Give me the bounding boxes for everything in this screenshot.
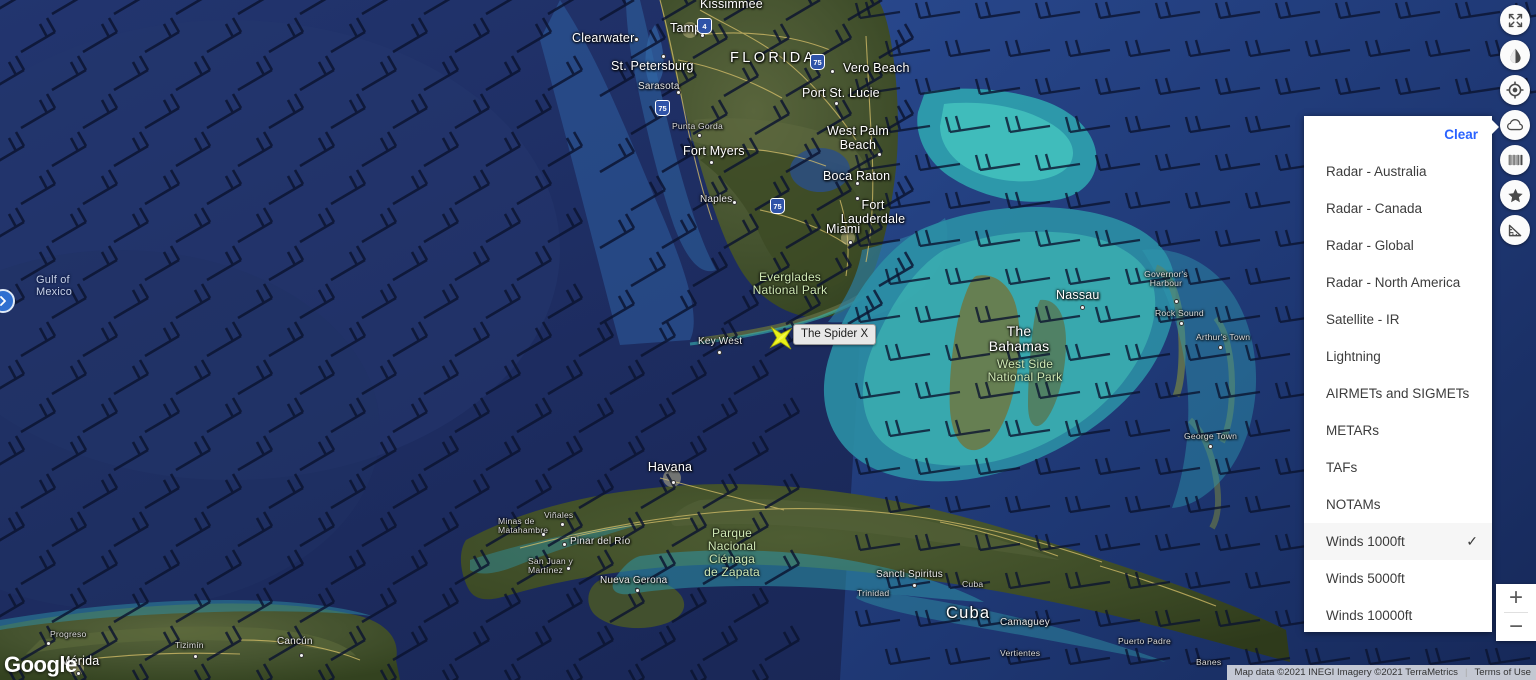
droplet-icon (1509, 48, 1521, 63)
star-icon (1507, 188, 1523, 202)
map-layers-button[interactable] (1500, 145, 1530, 175)
chevron-right-icon (0, 296, 6, 306)
layer-menu-header: Clear (1304, 116, 1492, 153)
layer-menu-item-label: NOTAMs (1326, 497, 1381, 512)
measure-button[interactable] (1500, 215, 1530, 245)
layer-menu-item-label: Radar - Australia (1326, 164, 1427, 179)
layer-menu-item[interactable]: AIRMETs and SIGMETs✓ (1304, 375, 1492, 412)
favorites-button[interactable] (1500, 180, 1530, 210)
layer-menu-item[interactable]: METARs✓ (1304, 412, 1492, 449)
layer-menu-item-label: AIRMETs and SIGMETs (1326, 386, 1470, 401)
layer-menu-item[interactable]: Winds 1000ft ✓ (1304, 523, 1492, 560)
layer-menu-item[interactable]: Winds 10000ft✓ (1304, 597, 1492, 632)
clear-layers-button[interactable]: Clear (1444, 127, 1478, 142)
layer-menu-item-label: Radar - Canada (1326, 201, 1423, 216)
layer-menu-item-label: Winds 5000ft (1326, 571, 1405, 586)
layer-menu-item-label: Winds 10000ft (1326, 608, 1413, 623)
fullscreen-icon (1508, 13, 1522, 27)
zoom-control: + − (1496, 584, 1536, 641)
layer-menu-item[interactable]: Radar - North America✓ (1304, 264, 1492, 301)
layer-menu-item[interactable]: TAFs✓ (1304, 449, 1492, 486)
map-application: Gulf of Mexico FLORIDA Cuba The Bahamas Ever… (0, 0, 1536, 680)
ruler-icon (1508, 224, 1521, 236)
map-data-attribution: Map data ©2021 INEGI Imagery ©2021 Terra… (1234, 667, 1458, 678)
layer-menu-items: Radar - Australia✓Radar - Canada✓Radar -… (1304, 153, 1492, 632)
map-toolbar (1500, 5, 1530, 245)
layer-menu-panel[interactable]: Clear Radar - Australia✓Radar - Canada✓R… (1304, 116, 1492, 632)
layer-menu-item[interactable]: Radar - Global✓ (1304, 227, 1492, 264)
layer-menu-item[interactable]: Radar - Australia✓ (1304, 153, 1492, 190)
layer-menu-item-label: Radar - Global (1326, 238, 1414, 253)
target-icon (1506, 81, 1524, 99)
aircraft-label[interactable]: The Spider X (793, 324, 877, 345)
layer-menu-item[interactable]: Satellite - IR✓ (1304, 301, 1492, 338)
attribution-separator: | (1464, 667, 1468, 678)
layer-menu-item-label: Winds 1000ft (1326, 534, 1405, 549)
terms-of-use-link[interactable]: Terms of Use (1474, 667, 1531, 678)
layer-menu-item-label: TAFs (1326, 460, 1358, 475)
layer-menu-item-label: Satellite - IR (1326, 312, 1400, 327)
cloud-icon (1506, 119, 1524, 131)
layer-selected-check-icon: ✓ (1466, 533, 1478, 549)
google-logo: Google (4, 652, 77, 677)
layers-icon (1508, 154, 1522, 166)
layer-menu-caret (1490, 118, 1499, 136)
zoom-out-button[interactable]: − (1496, 613, 1536, 641)
layer-menu-item-label: METARs (1326, 423, 1379, 438)
precipitation-button[interactable] (1500, 40, 1530, 70)
zoom-in-button[interactable]: + (1496, 584, 1536, 612)
layer-menu-item-label: Radar - North America (1326, 275, 1461, 290)
center-location-button[interactable] (1500, 75, 1530, 105)
layer-menu-item-label: Lightning (1326, 349, 1381, 364)
weather-layers-button[interactable] (1500, 110, 1530, 140)
layer-menu-item[interactable]: Winds 5000ft✓ (1304, 560, 1492, 597)
layer-menu-item[interactable]: NOTAMs✓ (1304, 486, 1492, 523)
layer-menu-item[interactable]: Lightning✓ (1304, 338, 1492, 375)
layer-menu-item[interactable]: Radar - Canada✓ (1304, 190, 1492, 227)
fullscreen-button[interactable] (1500, 5, 1530, 35)
attribution-bar: Map data ©2021 INEGI Imagery ©2021 Terra… (1227, 665, 1536, 680)
